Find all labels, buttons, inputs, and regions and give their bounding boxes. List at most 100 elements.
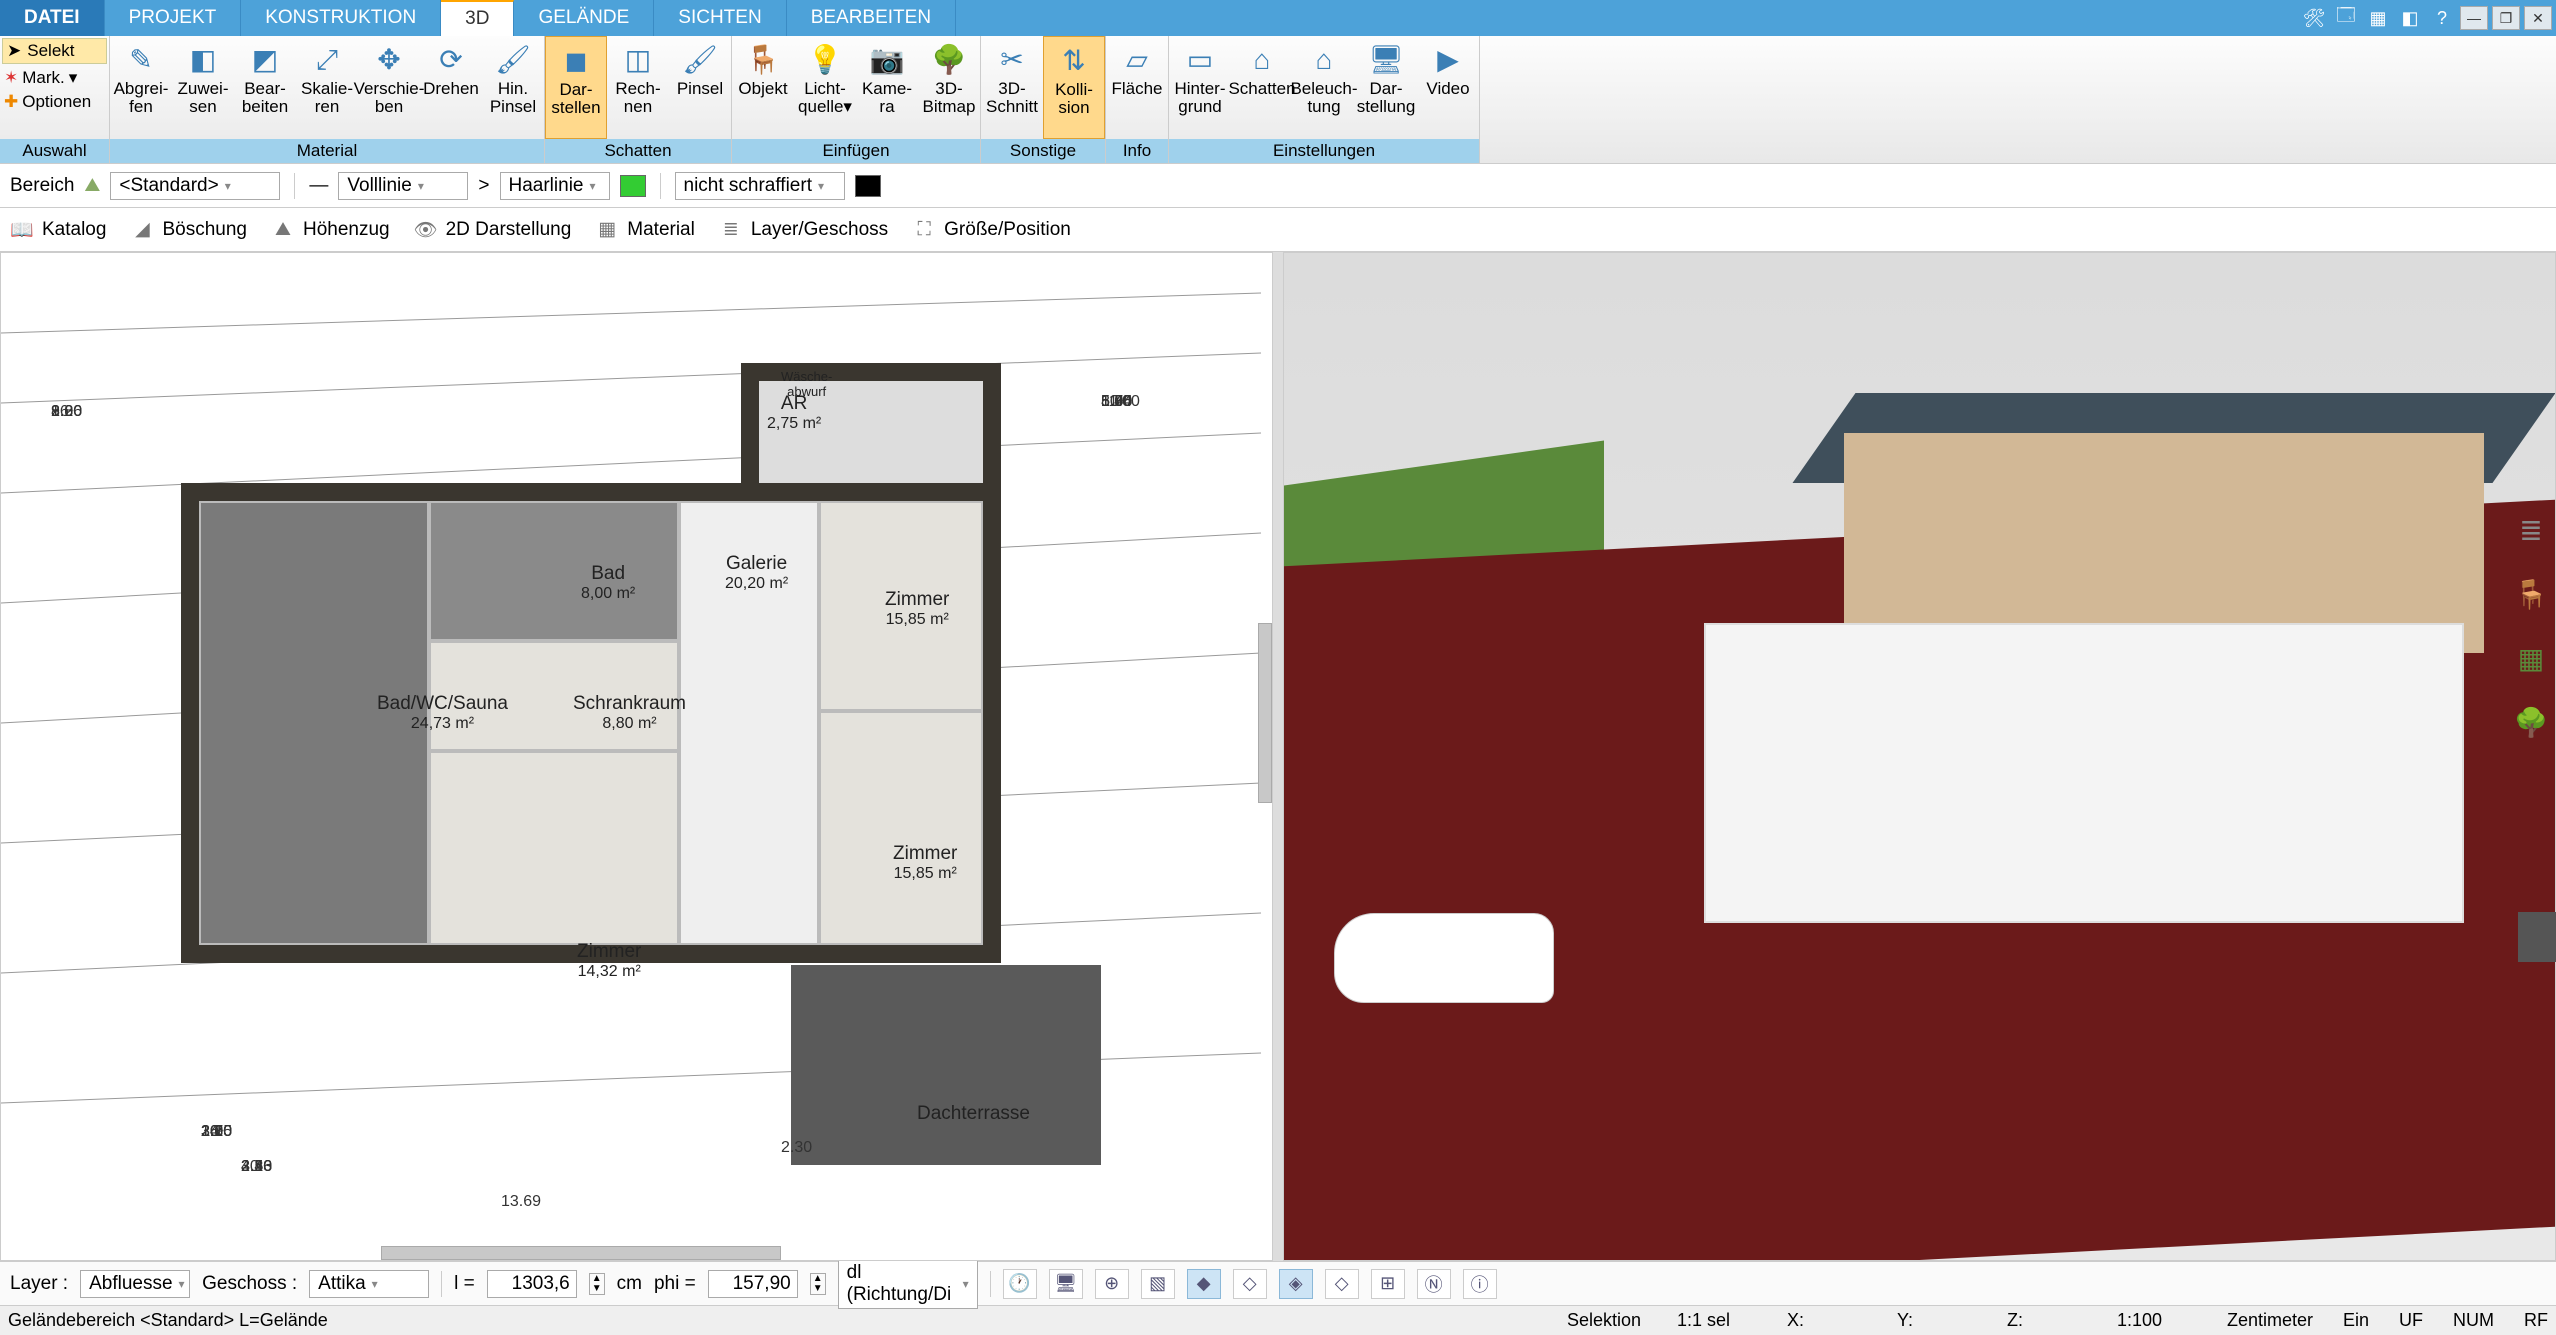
- l-spinner[interactable]: ▲▼: [589, 1273, 605, 1295]
- surface1-icon[interactable]: ◆: [1187, 1269, 1221, 1299]
- surface3-icon[interactable]: ◈: [1279, 1269, 1313, 1299]
- ribbon-item-1-2[interactable]: 🖌Pinsel: [669, 36, 731, 139]
- dimension-extra: 2.30: [781, 1139, 812, 1157]
- colors-icon[interactable]: ▦: [2513, 640, 2549, 676]
- restore-button[interactable]: ❐: [2492, 6, 2520, 30]
- grid-toggle-icon[interactable]: ⊞: [1371, 1269, 1405, 1299]
- line-color-swatch[interactable]: [620, 175, 646, 197]
- ribbon-item-3-1[interactable]: ⇅Kolli- sion: [1043, 36, 1105, 139]
- status-z: Z:: [2007, 1310, 2087, 1331]
- right-panel-tab[interactable]: [2518, 912, 2556, 962]
- ribbon-icon: 🪑: [743, 42, 783, 78]
- ribbon-item-0-1[interactable]: ◧Zuwei- sen: [172, 36, 234, 139]
- ribbon-item-3-0[interactable]: ✂3D- Schnitt: [981, 36, 1043, 139]
- ribbon-item-2-3[interactable]: 🌳3D- Bitmap: [918, 36, 980, 139]
- ribbon-item-label: Abgrei- fen: [114, 80, 169, 116]
- standard-dropdown[interactable]: <Standard>: [110, 172, 280, 200]
- menu-projekt[interactable]: PROJEKT: [105, 0, 242, 36]
- clock-icon[interactable]: 🕐: [1003, 1269, 1037, 1299]
- help-icon[interactable]: ?: [2428, 4, 2456, 32]
- geschoss-dropdown[interactable]: Attika: [309, 1270, 429, 1298]
- fill-dropdown[interactable]: nicht schraffiert: [675, 172, 845, 200]
- view-3d[interactable]: [1283, 252, 2556, 1261]
- room-zimmer-1[interactable]: [429, 751, 679, 945]
- hoehenzug-button[interactable]: ⛰Höhenzug: [271, 218, 390, 242]
- ribbon-item-0-6[interactable]: 🖌Hin. Pinsel: [482, 36, 544, 139]
- surface2-icon[interactable]: ◇: [1233, 1269, 1267, 1299]
- ribbon-item-label: Dar- stellung: [1357, 80, 1416, 116]
- ribbon-item-2-0[interactable]: 🪑Objekt: [732, 36, 794, 139]
- minimize-button[interactable]: —: [2460, 6, 2488, 30]
- view-2d-floorplan[interactable]: AR2,75 m²Wäsche- abwurfBad8,00 m²Galerie…: [0, 252, 1273, 1261]
- ribbon-item-2-1[interactable]: 💡Licht- quelle▾: [794, 36, 856, 139]
- ribbon-item-0-5[interactable]: ⟳Drehen: [420, 36, 482, 139]
- ribbon-item-4-0[interactable]: ▱Fläche: [1106, 36, 1168, 139]
- ribbon-item-1-0[interactable]: ◼Dar- stellen: [545, 36, 607, 139]
- groesse-position-button[interactable]: ⛶Größe/Position: [912, 218, 1071, 242]
- ribbon-item-0-3[interactable]: ⤢Skalie- ren: [296, 36, 358, 139]
- surface4-icon[interactable]: ◇: [1325, 1269, 1359, 1299]
- cursor-icon: ➤: [7, 41, 21, 61]
- tools-icon[interactable]: 🛠: [2300, 4, 2328, 32]
- room-zimmer-3[interactable]: [819, 711, 983, 945]
- horizontal-scrollbar[interactable]: [381, 1246, 781, 1260]
- room-label-2: Bad8,00 m²: [581, 563, 635, 603]
- ribbon-item-0-4[interactable]: ✥Verschie- ben: [358, 36, 420, 139]
- layers-toggle-icon[interactable]: ▧: [1141, 1269, 1175, 1299]
- select-tool[interactable]: ➤Selekt: [2, 38, 107, 64]
- l-value-input[interactable]: 1303,6: [487, 1270, 577, 1298]
- grid-icon[interactable]: ▦: [2364, 4, 2392, 32]
- mode-dropdown[interactable]: dl (Richtung/Di: [838, 1259, 978, 1309]
- ribbon-item-5-1[interactable]: ⌂Schatten: [1231, 36, 1293, 139]
- options-tool[interactable]: ✚Optionen: [0, 90, 109, 114]
- layer-geschoss-button[interactable]: ≣Layer/Geschoss: [719, 218, 888, 242]
- ribbon-item-2-2[interactable]: 📷Kame- ra: [856, 36, 918, 139]
- menu-file[interactable]: DATEI: [0, 0, 105, 36]
- ribbon-icon: ◩: [245, 42, 285, 78]
- ribbon-item-label: Bear- beiten: [242, 80, 288, 116]
- layer-dropdown[interactable]: Abfluesse: [80, 1270, 190, 1298]
- cube-icon[interactable]: ◧: [2396, 4, 2424, 32]
- fill-color-swatch[interactable]: [855, 175, 881, 197]
- status-rf: RF: [2524, 1310, 2548, 1331]
- material-button[interactable]: ▦Material: [595, 218, 695, 242]
- north-icon[interactable]: Ⓝ: [1417, 1269, 1451, 1299]
- mark-tool[interactable]: ✶Mark.▾: [0, 66, 109, 90]
- boeschung-button[interactable]: ◢Böschung: [130, 218, 247, 242]
- haarlinie-dropdown[interactable]: Haarlinie: [500, 172, 610, 200]
- ribbon-item-5-2[interactable]: ⌂Beleuch- tung: [1293, 36, 1355, 139]
- menu-bearbeiten[interactable]: BEARBEITEN: [787, 0, 956, 36]
- layers-icon[interactable]: ≣: [2513, 512, 2549, 548]
- window-icon[interactable]: 🗔: [2332, 4, 2360, 32]
- ribbon-item-label: Rech- nen: [615, 80, 660, 116]
- linetype-dropdown[interactable]: Volllinie: [338, 172, 468, 200]
- ribbon-item-5-0[interactable]: ▭Hinter- grund: [1169, 36, 1231, 139]
- menu-sichten[interactable]: SICHTEN: [654, 0, 786, 36]
- phi-value-input[interactable]: 157,90: [708, 1270, 798, 1298]
- ribbon-item-0-0[interactable]: ✎Abgrei- fen: [110, 36, 172, 139]
- ribbon-item-5-4[interactable]: ▶Video: [1417, 36, 1479, 139]
- room-ar-outer: [741, 363, 1001, 503]
- menu-konstruktion[interactable]: KONSTRUKTION: [241, 0, 441, 36]
- menu-gelaende[interactable]: GELÄNDE: [514, 0, 654, 36]
- katalog-button[interactable]: 📖Katalog: [10, 218, 106, 242]
- monitor-icon[interactable]: 🖥: [1049, 1269, 1083, 1299]
- info-icon[interactable]: ⓘ: [1463, 1269, 1497, 1299]
- ribbon-item-0-2[interactable]: ◩Bear- beiten: [234, 36, 296, 139]
- furniture-icon[interactable]: 🪑: [2513, 576, 2549, 612]
- phi-spinner[interactable]: ▲▼: [810, 1273, 826, 1295]
- 2d-darstellung-button[interactable]: 👁2D Darstellung: [414, 218, 572, 242]
- panels-bar: 📖Katalog ◢Böschung ⛰Höhenzug 👁2D Darstel…: [0, 208, 2556, 252]
- dachterrasse[interactable]: [791, 965, 1101, 1165]
- vertical-scrollbar[interactable]: [1258, 623, 1272, 803]
- close-button[interactable]: ✕: [2524, 6, 2552, 30]
- view-splitter[interactable]: [1273, 252, 1283, 1261]
- ribbon-item-1-1[interactable]: ◫Rech- nen: [607, 36, 669, 139]
- crosshair-icon[interactable]: ⊕: [1095, 1269, 1129, 1299]
- ribbon-icon: ⌂: [1304, 42, 1344, 78]
- room-bad[interactable]: [429, 501, 679, 641]
- menu-3d[interactable]: 3D: [441, 0, 514, 36]
- l-label: l =: [454, 1273, 475, 1295]
- tree-icon[interactable]: 🌳: [2513, 704, 2549, 740]
- ribbon-item-5-3[interactable]: 🖥Dar- stellung: [1355, 36, 1417, 139]
